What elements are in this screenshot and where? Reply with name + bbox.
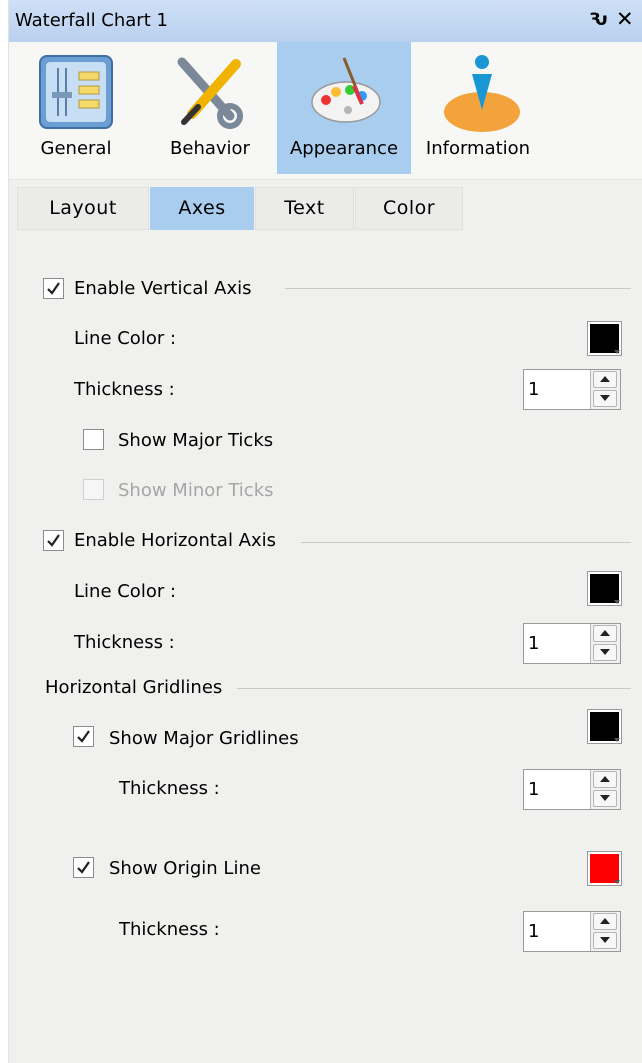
enable-vertical-axis-checkbox[interactable] xyxy=(43,278,64,299)
arrow-up-icon xyxy=(600,918,610,924)
arrow-up-icon xyxy=(600,376,610,382)
major-gridlines-thickness-label: Thickness : xyxy=(119,778,220,799)
color-fill xyxy=(590,712,619,741)
axes-settings: Enable Vertical Axis Line Color : Thickn… xyxy=(17,229,642,1063)
show-minor-ticks-label: Show Minor Ticks xyxy=(118,480,274,501)
decrement-button[interactable] xyxy=(593,390,617,407)
information-icon xyxy=(444,55,520,132)
tab-appearance-label: Appearance xyxy=(289,138,399,159)
window-title: Waterfall Chart 1 xyxy=(15,10,168,31)
vertical-thickness-value: 1 xyxy=(528,379,540,400)
stepper-buttons xyxy=(590,370,620,409)
show-minor-ticks-checkbox xyxy=(83,479,104,500)
section-divider xyxy=(285,288,631,289)
arrow-up-icon xyxy=(600,776,610,782)
arrow-down-icon xyxy=(600,649,610,655)
checkmark-icon xyxy=(47,534,60,547)
pin-icon[interactable]: Ԅ xyxy=(589,10,608,30)
decrement-button[interactable] xyxy=(593,644,617,661)
major-gridlines-thickness-value: 1 xyxy=(528,779,540,800)
arrow-up-icon xyxy=(600,630,610,636)
arrow-down-icon xyxy=(600,395,610,401)
title-bar: Waterfall Chart 1 Ԅ ✕ xyxy=(9,0,642,43)
tab-information[interactable]: Information xyxy=(411,42,545,174)
decrement-button[interactable] xyxy=(593,790,617,807)
origin-line-color-picker[interactable] xyxy=(587,851,622,886)
dropdown-arrow-icon xyxy=(614,880,620,884)
tab-behavior[interactable]: Behavior xyxy=(143,42,277,174)
horizontal-gridlines-heading: Horizontal Gridlines xyxy=(45,677,223,698)
tab-general-label: General xyxy=(40,138,112,159)
show-major-ticks-checkbox[interactable] xyxy=(83,429,104,450)
checkmark-icon xyxy=(77,861,90,874)
origin-line-thickness-value: 1 xyxy=(528,921,540,942)
close-icon[interactable]: ✕ xyxy=(616,7,634,31)
paint-palette-icon xyxy=(311,57,381,123)
horizontal-thickness-stepper[interactable]: 1 xyxy=(523,623,621,664)
tools-icon xyxy=(177,57,243,129)
horizontal-line-color-label: Line Color : xyxy=(74,581,177,602)
general-settings-icon xyxy=(39,55,113,129)
enable-horizontal-axis-checkbox[interactable] xyxy=(43,530,64,551)
main-tab-strip: General Behavior Appearance Information xyxy=(9,42,642,180)
section-divider xyxy=(237,688,631,689)
tab-appearance[interactable]: Appearance xyxy=(277,42,411,174)
stepper-buttons xyxy=(590,624,620,663)
horizontal-thickness-value: 1 xyxy=(528,633,540,654)
origin-line-thickness-stepper[interactable]: 1 xyxy=(523,911,621,952)
increment-button[interactable] xyxy=(593,771,617,788)
color-fill xyxy=(590,574,619,603)
color-fill xyxy=(590,324,619,353)
vertical-line-color-picker[interactable] xyxy=(587,321,622,356)
increment-button[interactable] xyxy=(593,913,617,930)
stepper-buttons xyxy=(590,912,620,951)
tab-axes[interactable]: Axes xyxy=(150,187,254,230)
show-origin-line-checkbox[interactable] xyxy=(73,857,94,878)
major-gridlines-color-picker[interactable] xyxy=(587,709,622,744)
increment-button[interactable] xyxy=(593,371,617,388)
section-divider xyxy=(301,542,631,543)
arrow-down-icon xyxy=(600,937,610,943)
dropdown-arrow-icon xyxy=(614,600,620,604)
horizontal-line-color-picker[interactable] xyxy=(587,571,622,606)
show-major-gridlines-checkbox[interactable] xyxy=(73,726,94,747)
checkmark-icon xyxy=(77,730,90,743)
enable-vertical-axis-label: Enable Vertical Axis xyxy=(74,278,252,299)
arrow-down-icon xyxy=(600,795,610,801)
checkmark-icon xyxy=(47,282,60,295)
dropdown-arrow-icon xyxy=(614,350,620,354)
show-major-ticks-label: Show Major Ticks xyxy=(118,430,274,451)
major-gridlines-thickness-stepper[interactable]: 1 xyxy=(523,769,621,810)
enable-horizontal-axis-label: Enable Horizontal Axis xyxy=(74,530,277,551)
tab-general[interactable]: General xyxy=(9,42,143,174)
color-fill xyxy=(590,854,619,883)
properties-panel: Waterfall Chart 1 Ԅ ✕ General Behavior A… xyxy=(8,0,642,1063)
tab-text[interactable]: Text xyxy=(255,187,354,230)
vertical-thickness-stepper[interactable]: 1 xyxy=(523,369,621,410)
tab-color[interactable]: Color xyxy=(355,187,463,230)
dropdown-arrow-icon xyxy=(614,738,620,742)
show-origin-line-label: Show Origin Line xyxy=(109,858,261,879)
tab-behavior-label: Behavior xyxy=(170,138,250,159)
stepper-buttons xyxy=(590,770,620,809)
origin-line-thickness-label: Thickness : xyxy=(119,919,220,940)
vertical-thickness-label: Thickness : xyxy=(74,379,175,400)
increment-button[interactable] xyxy=(593,625,617,642)
decrement-button[interactable] xyxy=(593,932,617,949)
tab-layout[interactable]: Layout xyxy=(17,187,149,230)
vertical-line-color-label: Line Color : xyxy=(74,328,177,349)
horizontal-thickness-label: Thickness : xyxy=(74,632,175,653)
show-major-gridlines-label: Show Major Gridlines xyxy=(109,728,299,749)
tab-information-label: Information xyxy=(425,138,531,159)
